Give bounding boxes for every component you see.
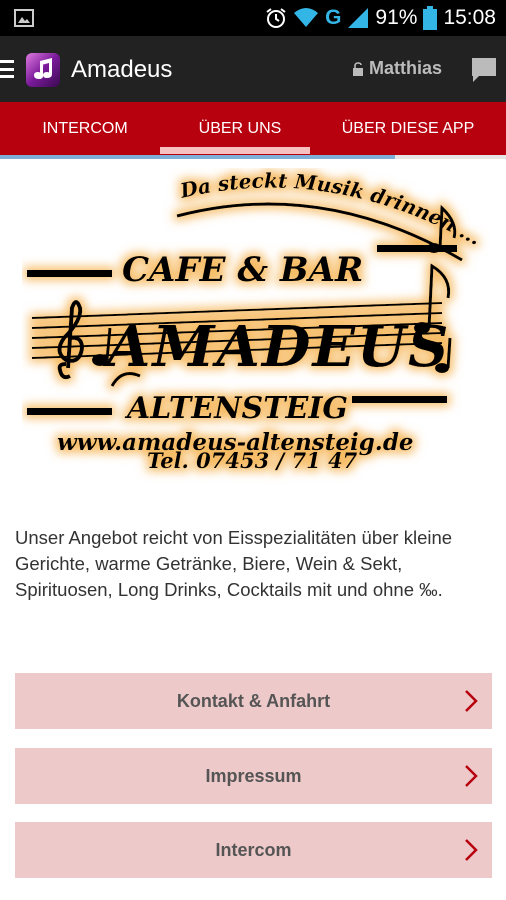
- wifi-icon: [294, 8, 319, 27]
- logo-name: AMADEUS: [102, 314, 450, 380]
- clock: 15:08: [443, 6, 496, 29]
- logo-town: ALTENSTEIG: [124, 391, 348, 426]
- image-icon: [14, 9, 34, 27]
- tab-indicator: [160, 147, 310, 154]
- impressum-label: Impressum: [205, 765, 302, 786]
- app-title: Amadeus: [71, 56, 173, 83]
- battery-percent: 91%: [375, 6, 418, 29]
- status-bar: G 91% 15:08: [0, 0, 506, 36]
- chevron-right-icon: [465, 690, 478, 712]
- tab-ueber-diese-app[interactable]: ÜBER DIESE APP: [310, 102, 506, 156]
- signal-icon: [348, 8, 369, 28]
- status-icons: G 91% 15:08: [265, 0, 496, 36]
- lock-icon: [353, 61, 363, 76]
- chevron-right-icon: [465, 839, 478, 861]
- description-text: Unser Angebot reicht von Eisspezialitäte…: [15, 527, 453, 600]
- action-bar: Amadeus Matthias: [0, 36, 506, 102]
- chevron-right-icon: [465, 765, 478, 787]
- battery-icon: [423, 6, 438, 30]
- user-account[interactable]: Matthias: [352, 58, 442, 79]
- tab-intercom[interactable]: INTERCOM: [0, 102, 170, 156]
- chat-icon[interactable]: [470, 56, 498, 84]
- amadeus-logo: Da steckt Musik drinnen ... CAFE & BAR A…: [27, 169, 486, 473]
- drawer-icon[interactable]: [0, 60, 14, 78]
- alarm-icon: [266, 8, 286, 28]
- kontakt-anfahrt-button[interactable]: Kontakt & Anfahrt: [15, 673, 492, 729]
- impressum-button[interactable]: Impressum: [15, 748, 492, 804]
- app-icon[interactable]: [26, 53, 60, 87]
- network-type: G: [325, 6, 342, 29]
- logo-cafe-bar: CAFE & BAR: [122, 250, 363, 290]
- intercom-button[interactable]: Intercom: [15, 822, 492, 878]
- kontakt-anfahrt-label: Kontakt & Anfahrt: [176, 690, 331, 711]
- user-name: Matthias: [369, 58, 443, 78]
- intercom-label: Intercom: [215, 839, 292, 860]
- tab-scroll-indicator: [0, 155, 506, 159]
- logo-phone: Tel. 07453 / 71 47: [147, 448, 358, 473]
